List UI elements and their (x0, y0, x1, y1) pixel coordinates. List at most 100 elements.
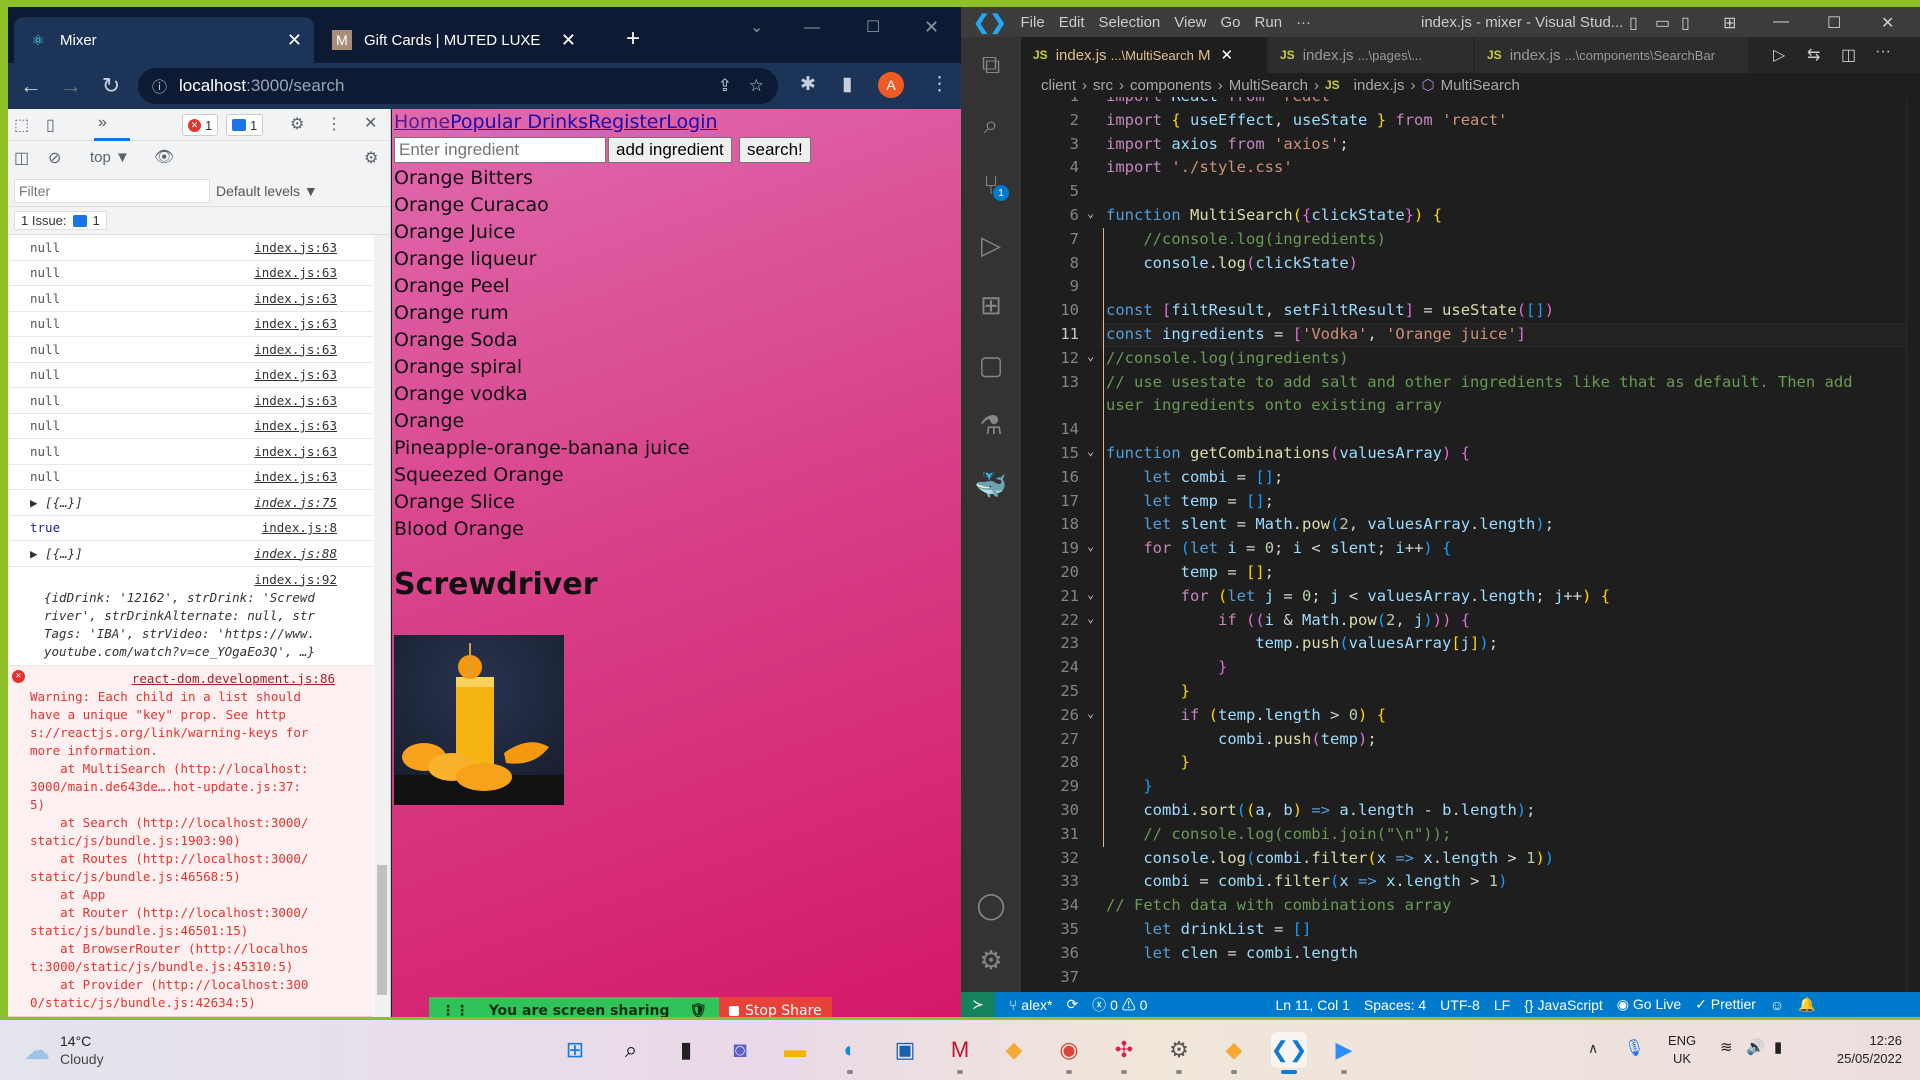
remote-indicator-icon[interactable]: ≻ (961, 992, 995, 1017)
scrollbar-thumb[interactable] (377, 865, 387, 995)
menu-item[interactable]: Selection (1099, 14, 1161, 31)
console-log-row[interactable]: ▶ [{…}] index.js:88 (8, 541, 373, 567)
minimize-button[interactable]: — (1773, 13, 1789, 31)
toggle-secondary-sidebar-icon[interactable]: ▯ (1681, 13, 1690, 33)
menu-item[interactable]: Go (1221, 14, 1241, 31)
branch-indicator[interactable]: ⑂ alex* (1009, 997, 1052, 1013)
breadcrumb-item[interactable]: src (1093, 77, 1113, 94)
console-log-row[interactable]: true index.js:8 (8, 516, 373, 541)
log-source-link[interactable]: index.js:63 (254, 444, 337, 459)
volume-icon[interactable]: 🔊 (1746, 1038, 1765, 1056)
console-log-row[interactable]: null index.js:63 (8, 414, 373, 439)
show-hidden-icons[interactable]: ∧ (1588, 1040, 1598, 1057)
prettier-button[interactable]: ✓ Prettier (1695, 996, 1756, 1013)
toggle-panel-icon[interactable]: ▭ (1655, 13, 1670, 33)
chrome-icon[interactable]: ◉ (1051, 1032, 1087, 1074)
console-log-row[interactable]: null index.js:63 (8, 337, 373, 363)
log-source-link[interactable]: index.js:63 (254, 367, 337, 382)
manage-gear-icon[interactable]: ⚙ (973, 942, 1009, 978)
kite-icon[interactable]: ◆ (996, 1032, 1032, 1068)
reload-icon[interactable]: ↻ (94, 69, 128, 103)
microsoft-store-icon[interactable]: ▣ (887, 1032, 923, 1068)
clear-console-icon[interactable]: ⊘ (48, 148, 61, 168)
menu-kebab-icon[interactable]: ⋮ (930, 73, 949, 96)
console-scrollbar[interactable] (374, 235, 390, 1017)
nav-home-link[interactable]: Home (394, 111, 450, 133)
log-source-link[interactable]: index.js:63 (254, 265, 337, 280)
minimize-button[interactable]: — (804, 19, 820, 37)
log-source-link[interactable]: index.js:63 (254, 291, 337, 306)
log-source-link[interactable]: index.js:92 (44, 571, 353, 589)
console-log-row[interactable]: null index.js:63 (8, 235, 373, 261)
settings-gear-icon[interactable]: ⚙ (290, 114, 304, 134)
vscode-taskbar-icon[interactable]: ❮❯ (1271, 1032, 1307, 1074)
nav-register-link[interactable]: Register (588, 111, 666, 133)
explorer-icon[interactable]: ⧉ (973, 47, 1009, 83)
new-tab-button[interactable]: + (626, 25, 640, 53)
source-control-icon[interactable]: ⑂ 1 (973, 167, 1009, 203)
drink-image[interactable] (394, 635, 564, 805)
device-toolbar-icon[interactable]: ▯ (46, 115, 55, 135)
feedback-icon[interactable]: ☺ (1770, 997, 1784, 1013)
search-button[interactable]: search! (739, 137, 811, 163)
breadcrumb-item[interactable]: client (1041, 77, 1076, 94)
run-debug-icon[interactable]: ▷ (973, 227, 1009, 263)
wifi-icon[interactable]: ≋ (1720, 1038, 1733, 1056)
run-file-icon[interactable]: ▷ (1773, 45, 1785, 65)
file-explorer-icon[interactable]: ▬ (777, 1032, 813, 1068)
menu-item[interactable]: View (1174, 14, 1206, 31)
extensions-icon[interactable]: ✱ (800, 73, 816, 96)
breadcrumb-item[interactable]: MultiSearch (1229, 77, 1308, 94)
fold-chevron-icon[interactable]: ⌄ (1087, 706, 1094, 720)
log-source-link[interactable]: index.js:63 (254, 393, 337, 408)
bookmark-star-icon[interactable]: ☆ (749, 76, 764, 96)
side-panel-icon[interactable]: ▮ (842, 73, 852, 96)
log-source-link[interactable]: index.js:63 (254, 342, 337, 357)
stop-share-button[interactable]: Stop Share (719, 997, 832, 1017)
log-source-link[interactable]: index.js:63 (254, 469, 337, 484)
teams-chat-icon[interactable]: ◙ (722, 1032, 758, 1068)
issues-counter[interactable]: 1 Issue: 1 (14, 211, 107, 230)
nav-login-link[interactable]: Login (666, 111, 717, 133)
log-source-link[interactable]: index.js:88 (254, 546, 337, 561)
console-object-log[interactable]: index.js:92 {idDrink: '12162', strDrink: … (8, 567, 373, 666)
microphone-icon[interactable]: 🎙 (1624, 1038, 1644, 1058)
console-log-row[interactable]: null index.js:63 (8, 388, 373, 414)
log-source-link[interactable]: index.js:8 (262, 520, 337, 535)
settings-gear-icon[interactable]: ⚙ (1161, 1032, 1197, 1074)
fold-chevron-icon[interactable]: ⌄ (1087, 206, 1094, 220)
fold-chevron-icon[interactable]: ⌄ (1087, 611, 1094, 625)
menu-item[interactable]: Run (1255, 14, 1283, 31)
breadcrumb-item[interactable]: components (1130, 77, 1212, 94)
more-actions-icon[interactable]: ··· (1875, 43, 1891, 61)
message-count-badge[interactable]: 1 (226, 114, 264, 136)
end-of-line[interactable]: LF (1494, 997, 1510, 1013)
console-error-log[interactable]: ✕ react-dom.development.js:86 Warning: Eac… (8, 665, 373, 1017)
context-selector[interactable]: top ▼ (90, 149, 130, 166)
testing-flask-icon[interactable]: ⚗ (973, 407, 1009, 443)
slack-icon[interactable]: ✣ (1106, 1032, 1142, 1074)
browser-tab-gift-cards[interactable]: M Gift Cards | MUTED LUXE ✕ (318, 17, 588, 63)
close-tab-icon[interactable]: ✕ (561, 30, 576, 51)
close-tab-icon[interactable]: ✕ (287, 30, 302, 51)
start-menu-icon[interactable]: ⊞ (557, 1032, 593, 1068)
battery-icon[interactable]: ▮ (1774, 1038, 1782, 1056)
log-source-link[interactable]: index.js:63 (254, 418, 337, 433)
log-source-link[interactable]: index.js:63 (254, 240, 337, 255)
console-log-row[interactable]: null index.js:63 (8, 363, 373, 388)
notifications-bell-icon[interactable]: 🔔 (1798, 996, 1815, 1013)
maximize-button[interactable]: ☐ (1827, 13, 1841, 33)
extensions-icon[interactable]: ⊞ (973, 287, 1009, 323)
fold-chevron-icon[interactable]: ⌄ (1087, 539, 1094, 553)
editor-tab-multisearch[interactable]: JS index.js ...\MultiSearch M ✕ (1021, 37, 1267, 73)
sidebar-toggle-icon[interactable]: ◫ (14, 148, 29, 168)
encoding[interactable]: UTF-8 (1440, 997, 1480, 1013)
menu-item[interactable]: File (1021, 14, 1045, 31)
compare-changes-icon[interactable]: ⇆ (1807, 45, 1820, 65)
maximize-button[interactable]: ☐ (866, 17, 880, 37)
log-source-link[interactable]: index.js:75 (254, 495, 337, 510)
weather-widget[interactable]: ☁ 14°C Cloudy (24, 1032, 104, 1068)
search-icon[interactable]: ⌕ (613, 1032, 649, 1068)
menu-item[interactable]: ··· (1296, 14, 1311, 31)
fold-chevron-icon[interactable]: ⌄ (1087, 349, 1094, 363)
